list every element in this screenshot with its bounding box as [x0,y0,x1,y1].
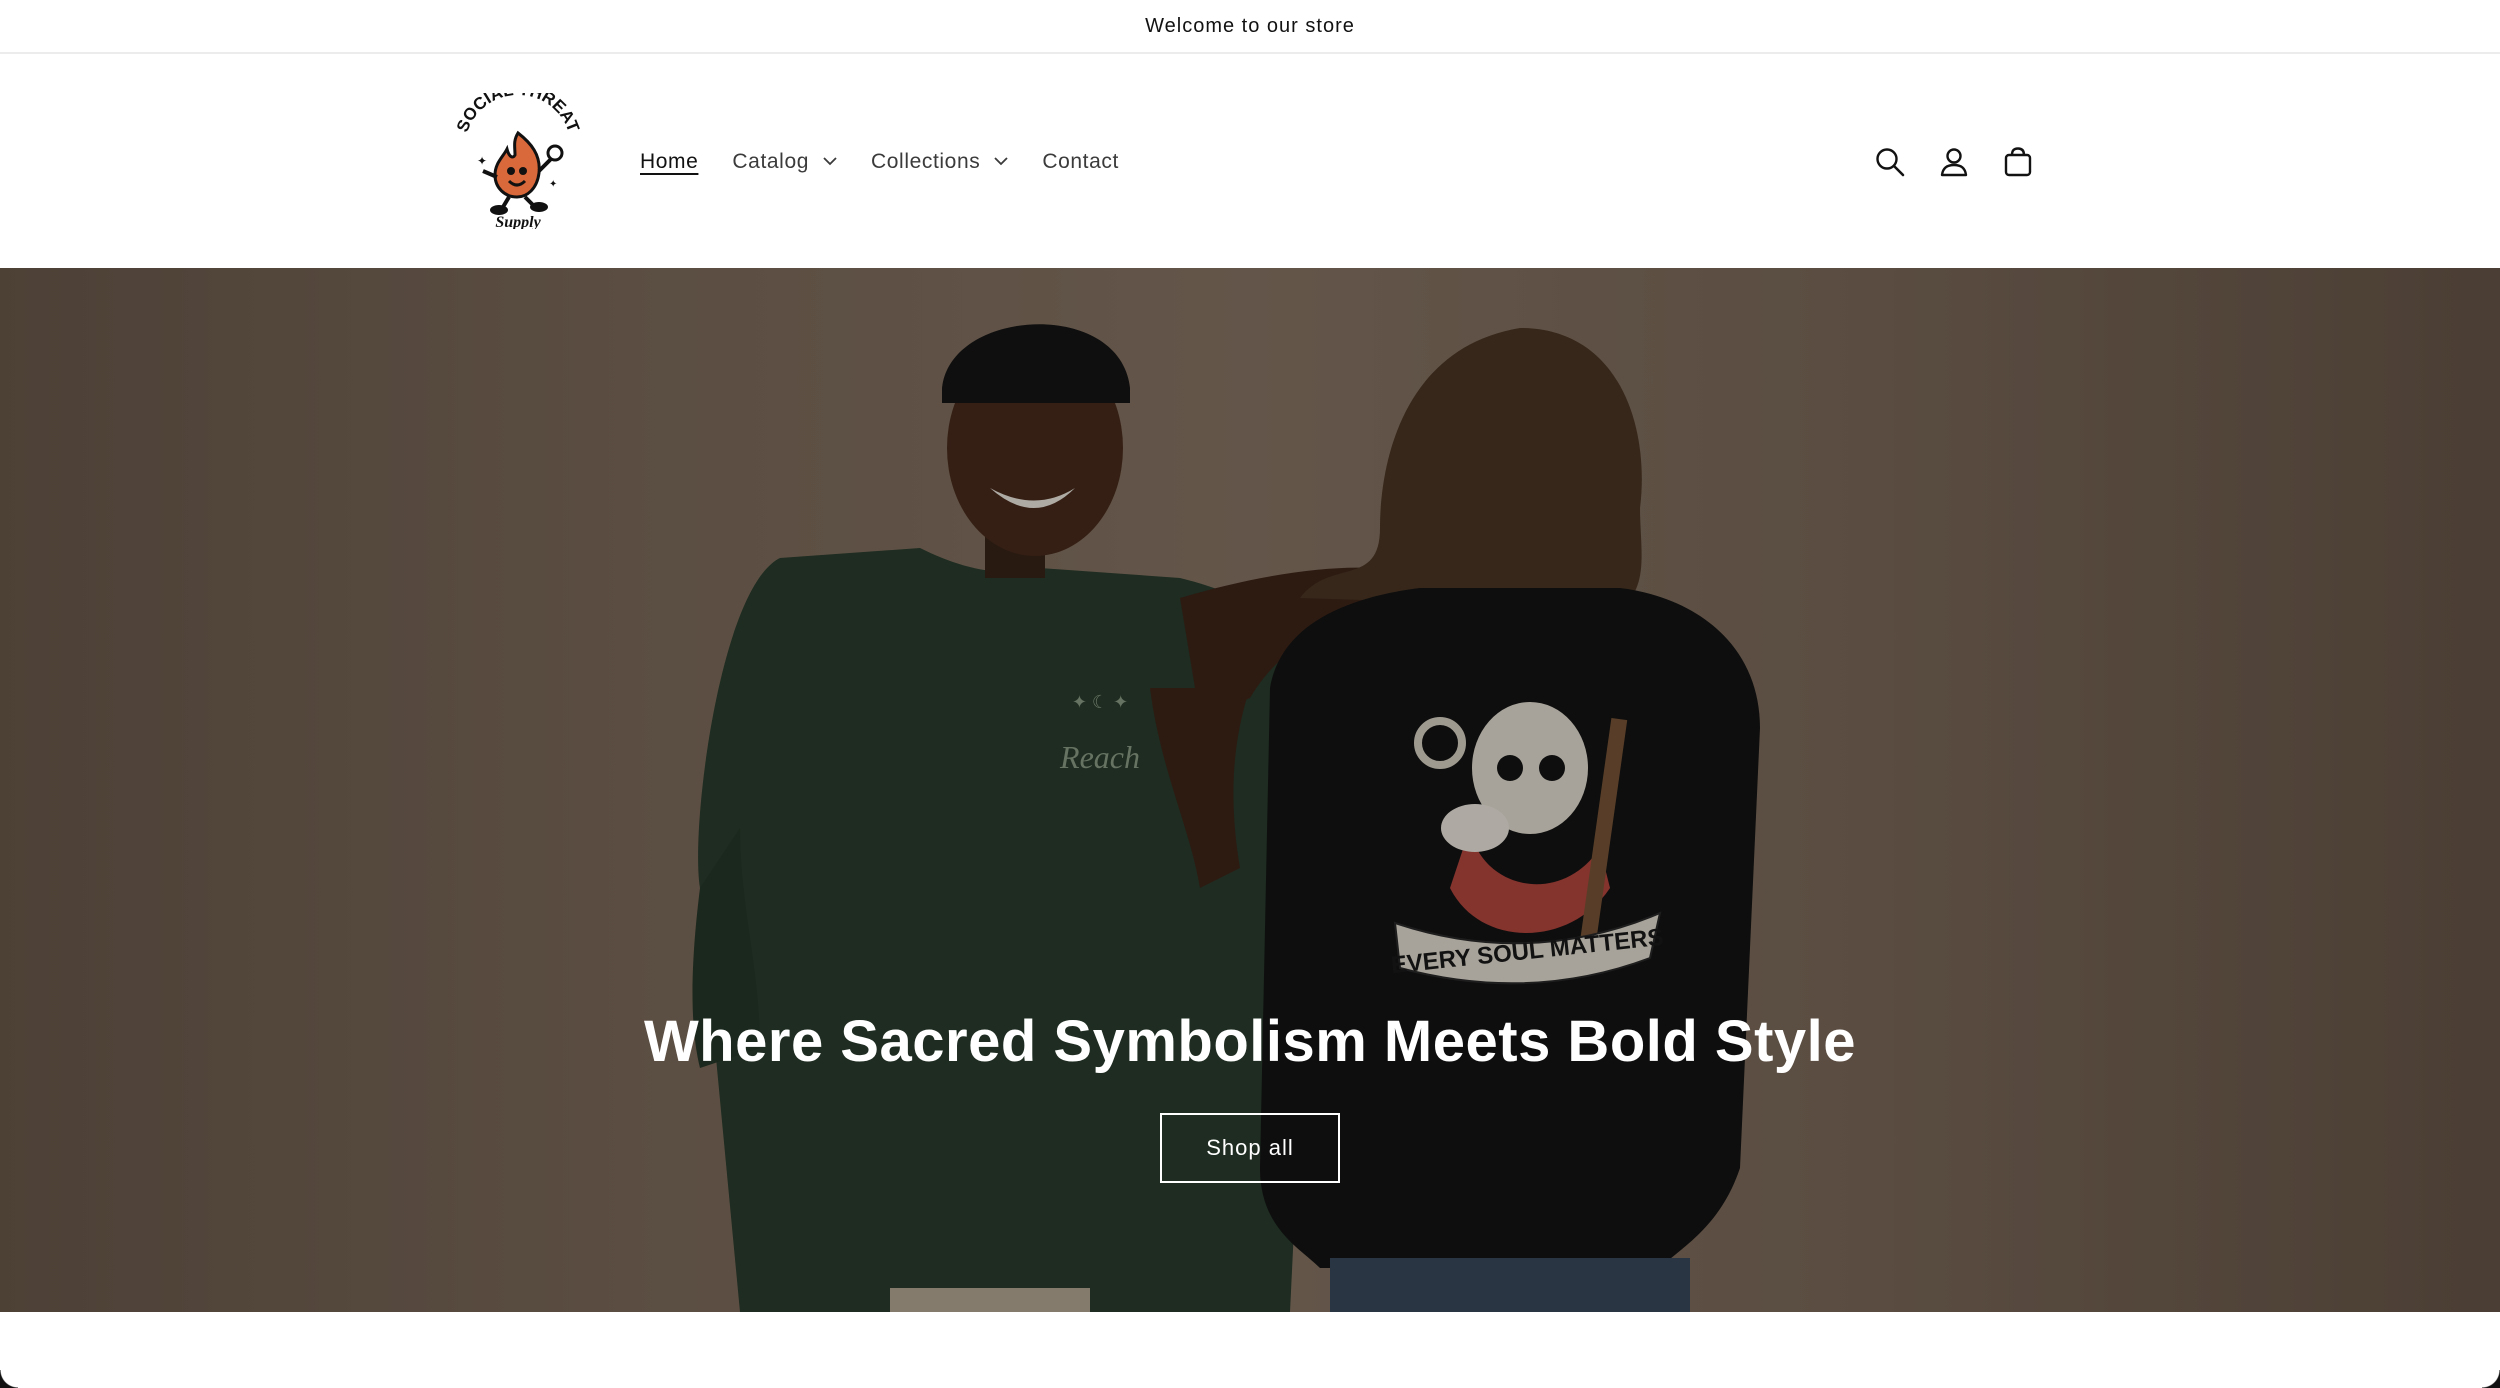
header-icons [1872,55,2064,268]
account-button[interactable] [1936,144,1972,180]
svg-text:SOCIAL THREAT: SOCIAL THREAT [453,93,583,135]
nav-catalog[interactable]: Catalog [732,150,837,174]
nav-collections[interactable]: Collections [871,150,1008,174]
chevron-down-icon [823,157,837,166]
window-corner [2482,1370,2500,1388]
search-button[interactable] [1872,144,1908,180]
store-logo[interactable]: SOCIAL THREAT ✦ ✦ Supply [453,80,583,231]
nav-catalog-label: Catalog [732,149,810,173]
nav-home-label: Home [640,149,699,173]
nav-contact[interactable]: Contact [1042,150,1119,174]
cart-button[interactable] [2000,144,2036,180]
flame-mascot-logo-icon: SOCIAL THREAT ✦ ✦ Supply [453,80,583,231]
svg-text:✦: ✦ [549,179,557,190]
hero-banner: Reach ✦ ☾ ✦ EVERY SOUL MATTERS Where Sac… [0,268,2500,1312]
cart-icon [2004,146,2032,176]
nav-contact-label: Contact [1042,149,1119,173]
chevron-down-icon [994,157,1008,166]
search-icon [1876,147,1905,176]
hero-title: Where Sacred Symbolism Meets Bold Style [643,1009,1857,1074]
hero-content: Where Sacred Symbolism Meets Bold Style … [0,1008,2500,1183]
shop-all-button[interactable]: Shop all [1160,1113,1340,1183]
svg-text:✦: ✦ [477,154,487,168]
next-section [0,1312,2500,1388]
announcement-text: Welcome to our store [1145,14,1355,37]
nav-home[interactable]: Home [640,150,698,174]
site-header: SOCIAL THREAT ✦ ✦ Supply Home Catalog [0,55,2500,268]
svg-text:Supply: Supply [495,214,541,229]
account-icon [1940,147,1968,176]
window-corner [0,1370,18,1388]
announcement-bar: Welcome to our store [0,0,2500,54]
nav-collections-label: Collections [871,149,981,173]
main-nav: Home Catalog Collections Contact [640,55,1153,268]
